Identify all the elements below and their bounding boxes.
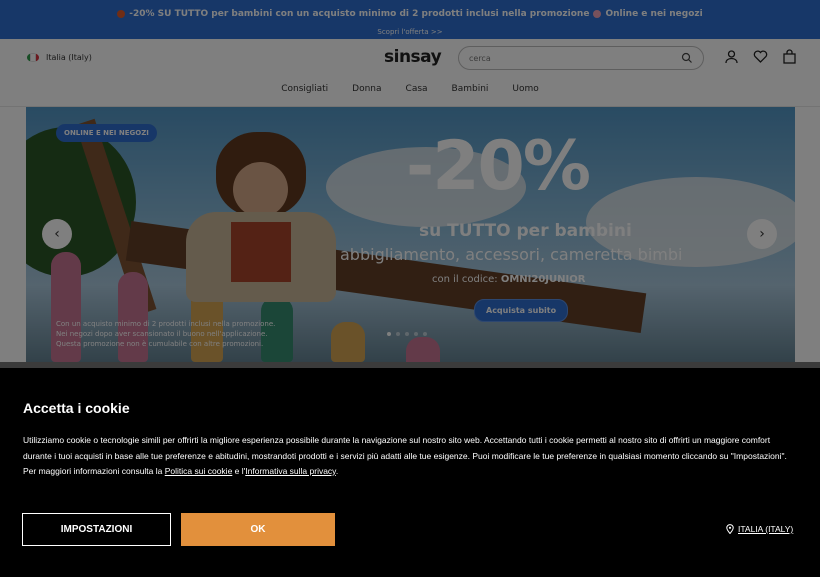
cookie-settings-button[interactable]: IMPOSTAZIONI (22, 513, 171, 546)
cookie-consent-banner: Accetta i cookie Utilizziamo cookie o te… (0, 368, 820, 577)
locale-label: ITALIA (ITALY) (738, 524, 794, 534)
cookie-accept-button[interactable]: OK (181, 513, 335, 546)
cookie-body-end: . (335, 466, 339, 476)
modal-backdrop (0, 0, 820, 370)
cookie-policy-link[interactable]: Politica sui cookie (165, 466, 233, 476)
cookie-description: Utilizziamo cookie o tecnologie simili p… (23, 433, 801, 480)
cookie-title: Accetta i cookie (23, 400, 130, 416)
cookie-body: Utilizziamo cookie o tecnologie simili p… (23, 435, 787, 476)
privacy-policy-link[interactable]: Informativa sulla privacy (245, 466, 336, 476)
locale-selector[interactable]: ITALIA (ITALY) (726, 524, 793, 534)
cookie-body-join: e l' (232, 466, 246, 476)
location-pin-icon (726, 524, 734, 534)
